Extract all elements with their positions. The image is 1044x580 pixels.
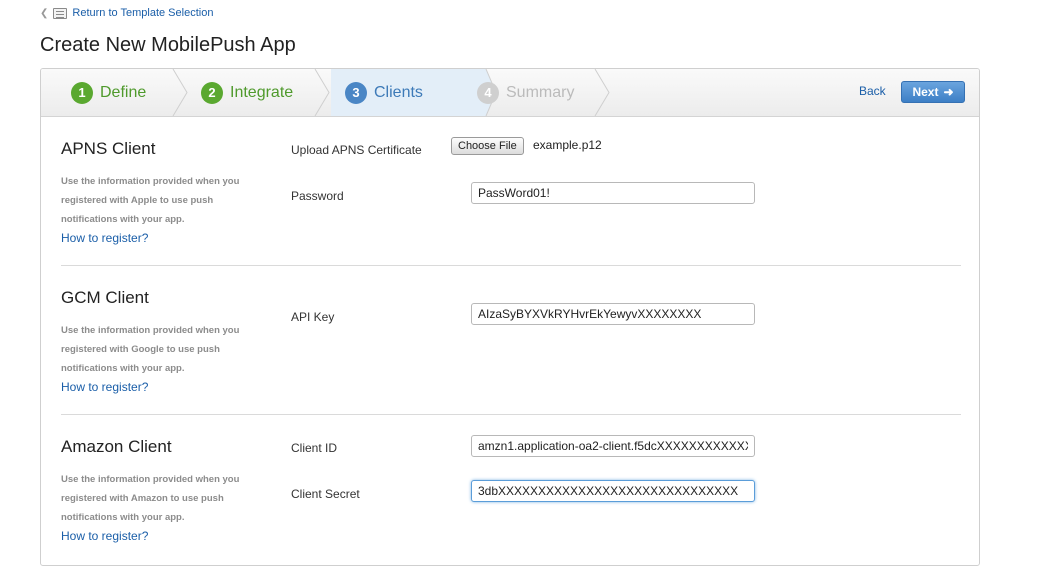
return-to-template-link[interactable]: ❮ Return to Template Selection bbox=[40, 7, 213, 19]
section-title: GCM Client bbox=[61, 288, 149, 307]
section-description: Use the information provided when you re… bbox=[61, 325, 240, 374]
step-integrate[interactable]: 2 Integrate bbox=[201, 69, 293, 116]
step-label: Integrate bbox=[230, 83, 294, 101]
selected-file-name: example.p12 bbox=[533, 138, 602, 152]
password-input[interactable] bbox=[471, 182, 755, 204]
section-title: APNS Client bbox=[61, 139, 156, 158]
upload-certificate-label: Upload APNS Certificate bbox=[291, 143, 422, 157]
client-id-label: Client ID bbox=[291, 441, 338, 455]
apns-how-to-register-link[interactable]: How to register? bbox=[61, 231, 148, 245]
client-id-input[interactable] bbox=[471, 435, 755, 457]
next-button-label: Next bbox=[912, 85, 939, 99]
client-secret-input[interactable] bbox=[471, 480, 755, 502]
step-summary: 4 Summary bbox=[477, 69, 574, 116]
step-label: Clients bbox=[374, 83, 423, 101]
step-number-badge: 4 bbox=[477, 81, 499, 104]
step-define[interactable]: 1 Define bbox=[71, 69, 146, 116]
api-key-label: API Key bbox=[291, 310, 335, 324]
amazon-how-to-register-link[interactable]: How to register? bbox=[61, 529, 148, 543]
amazon-client-section: Amazon Client Use the information provid… bbox=[61, 435, 961, 565]
api-key-input[interactable] bbox=[471, 303, 755, 325]
wizard-steps-bar: 1 Define 2 Integrate 3 Clients 4 Summary… bbox=[41, 69, 979, 117]
section-title: Amazon Client bbox=[61, 437, 172, 456]
step-label: Define bbox=[100, 83, 147, 101]
back-button[interactable]: Back bbox=[859, 84, 886, 98]
next-button[interactable]: Next ➜ bbox=[901, 81, 965, 103]
step-number-badge: 1 bbox=[71, 81, 93, 104]
gcm-how-to-register-link[interactable]: How to register? bbox=[61, 380, 148, 394]
step-separator-arrow bbox=[594, 69, 610, 116]
section-divider bbox=[61, 265, 961, 266]
client-secret-label: Client Secret bbox=[291, 487, 360, 501]
wizard-panel: 1 Define 2 Integrate 3 Clients 4 Summary… bbox=[40, 68, 980, 566]
chevron-left-icon: ❮ bbox=[40, 7, 49, 19]
section-description: Use the information provided when you re… bbox=[61, 176, 240, 225]
apns-client-section: APNS Client Use the information provided… bbox=[61, 137, 961, 267]
section-divider bbox=[61, 414, 961, 415]
return-to-template-label: Return to Template Selection bbox=[72, 7, 214, 19]
step-separator-arrow bbox=[172, 69, 188, 116]
section-description: Use the information provided when you re… bbox=[61, 474, 240, 523]
arrow-right-icon: ➜ bbox=[943, 85, 954, 99]
list-icon bbox=[53, 7, 68, 19]
choose-file-button[interactable]: Choose File bbox=[451, 137, 524, 155]
step-separator-arrow bbox=[314, 69, 330, 116]
step-number-badge: 2 bbox=[201, 81, 223, 104]
step-label: Summary bbox=[506, 83, 575, 101]
gcm-client-section: GCM Client Use the information provided … bbox=[61, 286, 961, 416]
step-number-badge: 3 bbox=[345, 81, 367, 104]
password-label: Password bbox=[291, 189, 344, 203]
step-clients[interactable]: 3 Clients bbox=[345, 69, 423, 116]
page-title: Create New MobilePush App bbox=[40, 34, 296, 56]
